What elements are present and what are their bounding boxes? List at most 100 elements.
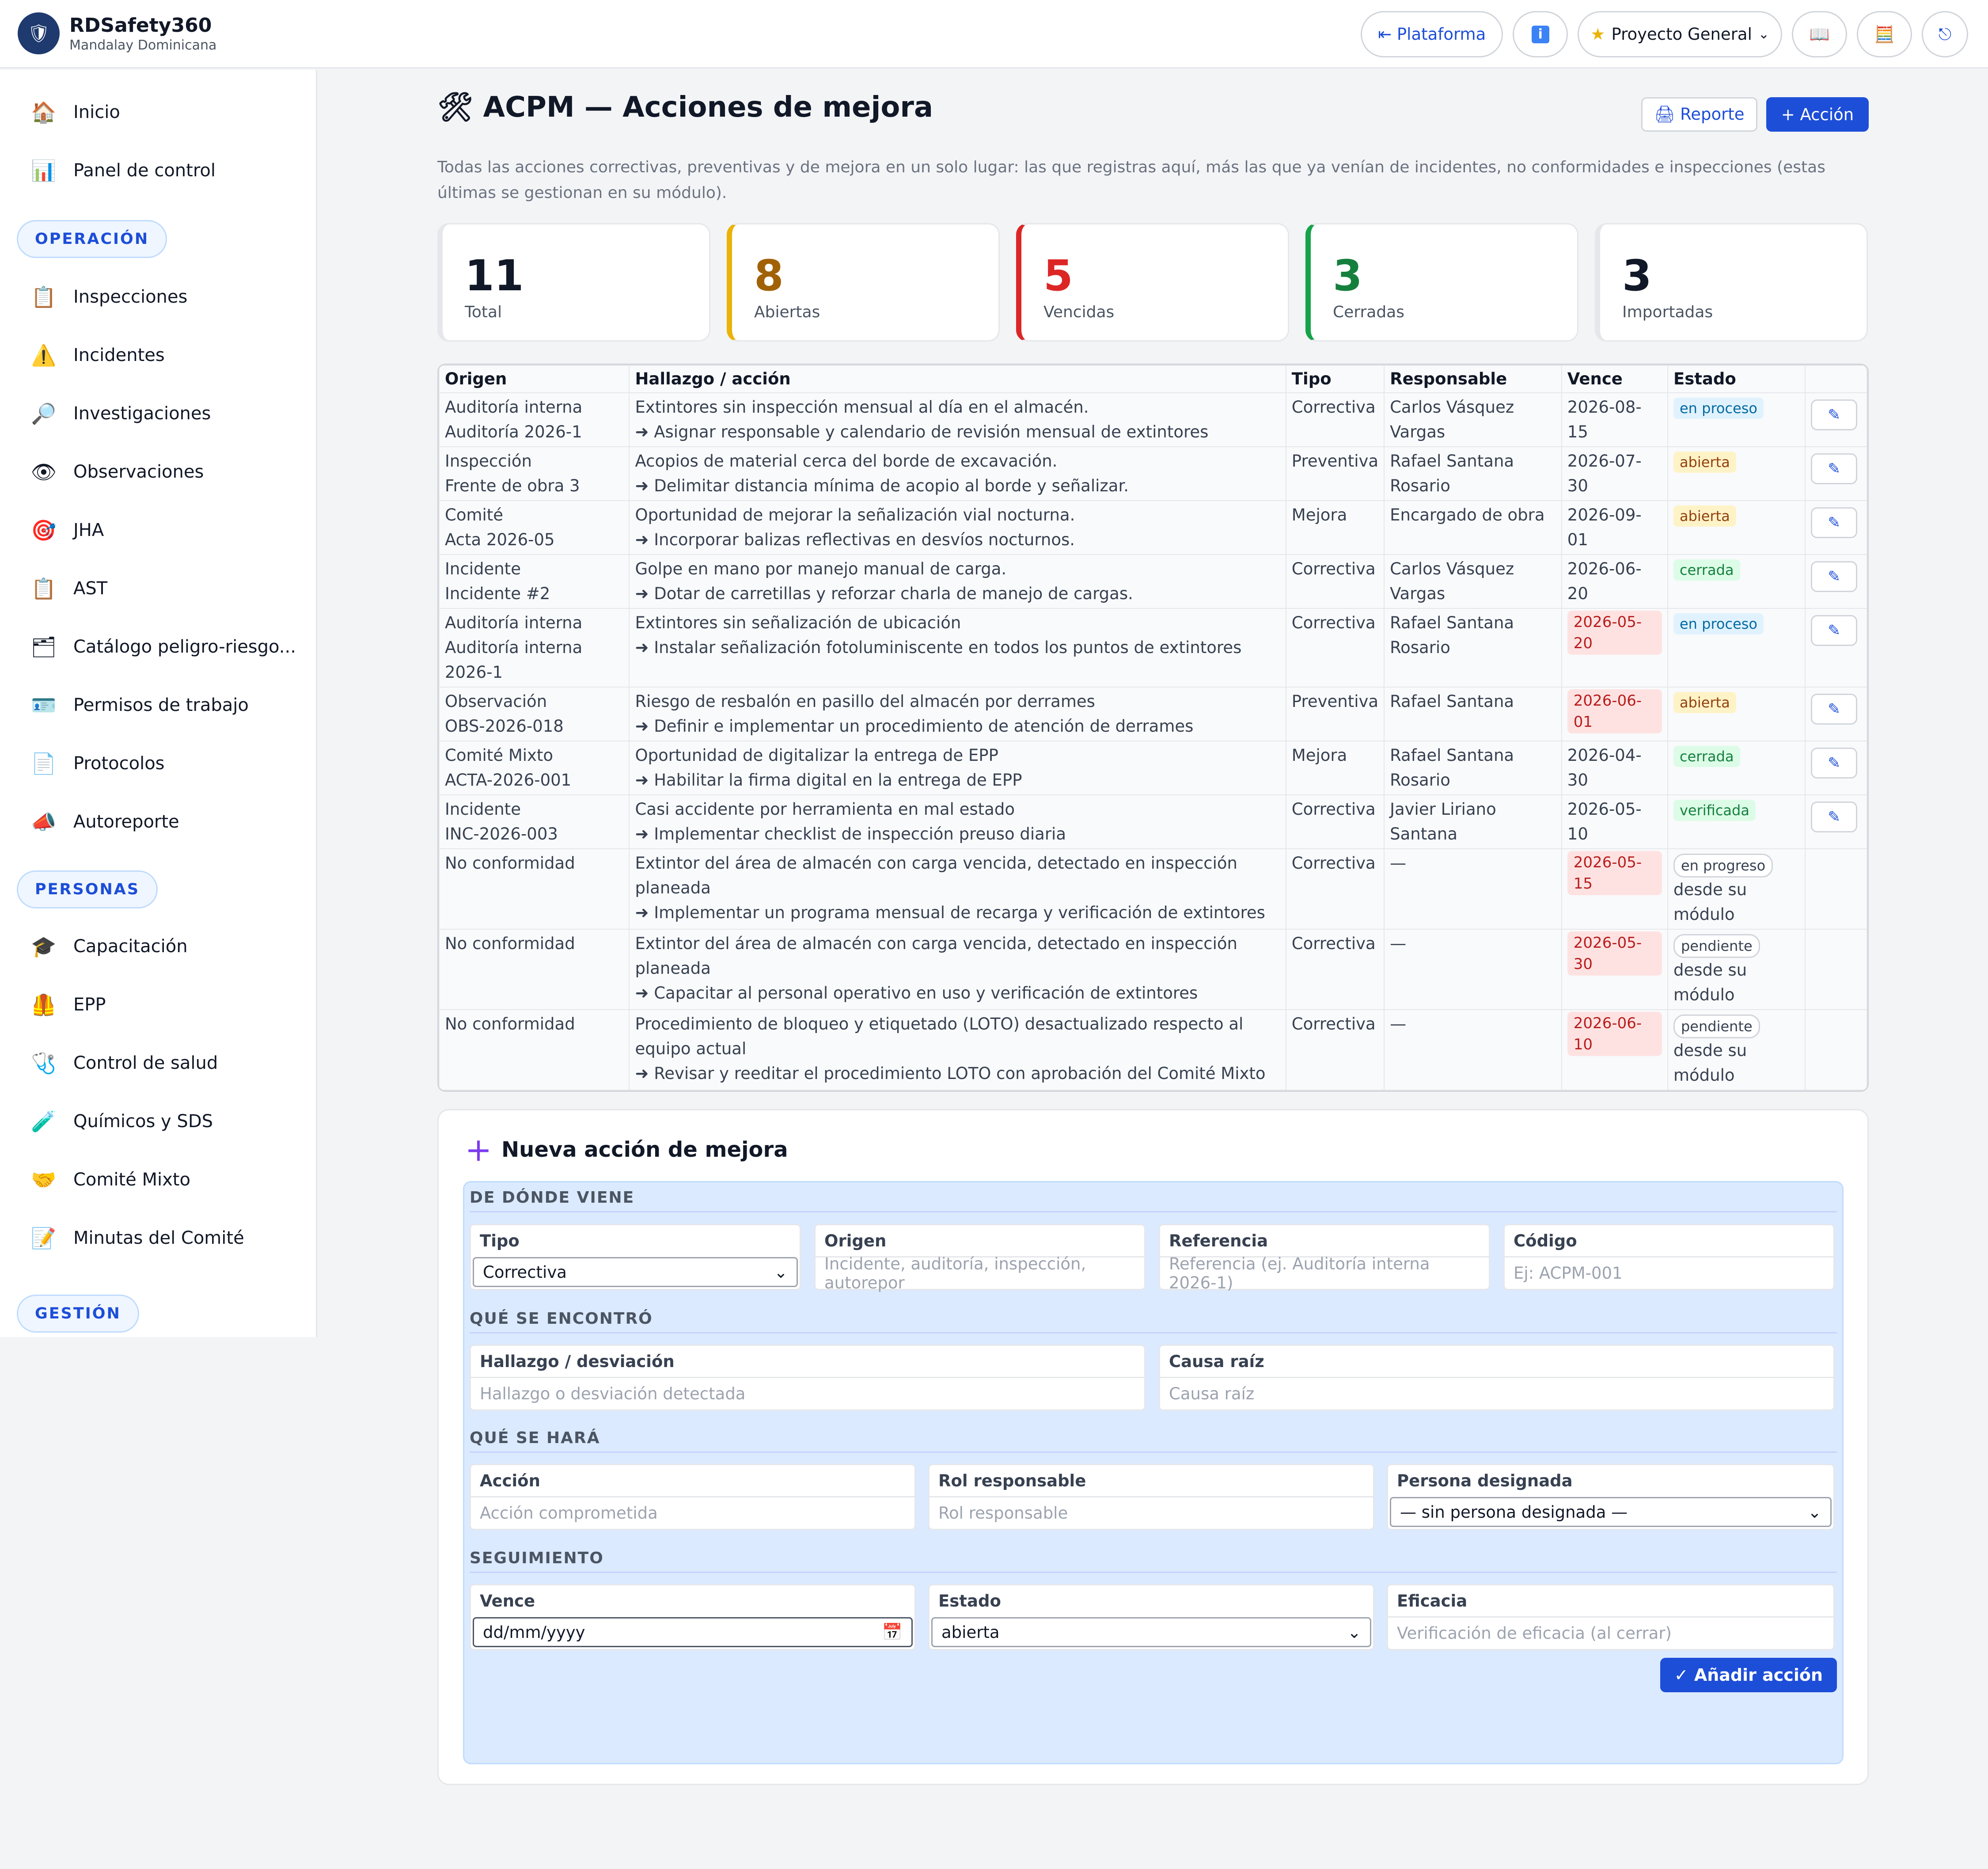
origen-input[interactable]: Incidente, auditoría, inspección, autore… [816,1254,1144,1292]
section-gestion[interactable]: GESTIÓN [17,1295,139,1333]
finding-text: Extintor del área de almacén con carga v… [635,934,1237,978]
sidebar-item-label: Capacitación [73,936,188,957]
action-text: ➜ Dotar de carretillas y reforzar charla… [635,584,1133,603]
sidebar-item[interactable]: 🎯 JHA [31,517,104,543]
sidebar-item[interactable]: 🏠 Inicio [31,99,120,125]
edit-pencil-icon[interactable]: ✎ [1811,399,1858,430]
referencia-label: Referencia [1169,1231,1268,1250]
star-icon: ★ [1590,25,1605,44]
sidebar-item-label: Investigaciones [73,403,211,424]
column-header: Vence [1561,365,1668,393]
edit-pencil-icon[interactable]: ✎ [1811,694,1858,725]
sidebar-item[interactable]: 📄 Protocolos [31,751,164,776]
column-header: Origen [439,365,630,393]
calendar-icon[interactable]: 📅 [882,1622,903,1642]
codigo-input[interactable]: Ej: ACPM-001 [1505,1256,1833,1289]
submit-action-button[interactable]: ✓ Añadir acción [1660,1658,1837,1692]
table-row[interactable]: No conformidad Extintor del área de almac… [439,929,1867,1010]
due-cell: 2026-05-30 [1561,929,1668,1010]
nav-icon: 📊 [31,158,57,182]
sidebar-item[interactable]: 🩺 Control de salud [31,1050,218,1076]
add-action-button[interactable]: + Acción [1766,97,1869,132]
power-icon[interactable]: ⎋ [1922,11,1968,57]
vence-date-input[interactable]: dd/mm/yyyy 📅 [473,1617,913,1647]
action-text: ➜ Capacitar al personal operativo en uso… [635,984,1198,1003]
stat-label: Vencidas [1043,303,1115,321]
section-personas[interactable]: PERSONAS [17,870,158,908]
info-icon[interactable]: i [1513,11,1568,57]
stat-card: 3 Cerradas [1305,223,1578,342]
sidebar-item-label: Incidentes [73,345,165,365]
edit-cell: ✎ [1805,608,1867,688]
overdue-date: 2026-05-15 [1567,851,1662,895]
book-icon[interactable]: 📖 [1792,11,1847,57]
sidebar-item[interactable]: 📋 Inspecciones [31,284,187,310]
origin-text: Inspección [445,452,532,471]
edit-pencil-icon[interactable]: ✎ [1811,561,1858,592]
finding-text: Casi accidente por herramienta en mal es… [635,800,1015,819]
accion-label: Acción [480,1471,540,1490]
status-note: desde su módulo [1673,961,1747,1004]
causa-input[interactable]: Causa raíz [1160,1377,1833,1409]
brand[interactable]: 🛡 RDSafety360 Mandalay Dominicana [18,12,216,54]
sidebar-item[interactable]: 📣 Autoreporte [31,809,179,835]
section-operacion[interactable]: OPERACIÓN [17,220,167,258]
chevron-down-icon: ⌄ [1758,27,1769,42]
sidebar-item[interactable]: 🦺 EPP [31,992,106,1018]
type-cell: Preventiva [1285,687,1385,741]
finding-text: Oportunidad de mejorar la señalización v… [635,505,1075,524]
edit-pencil-icon[interactable]: ✎ [1811,453,1858,484]
brand-subtitle: Mandalay Dominicana [69,37,217,53]
action-text: ➜ Revisar y reeditar el procedimiento LO… [635,1064,1266,1083]
edit-pencil-icon[interactable]: ✎ [1811,615,1858,646]
sidebar-item[interactable]: ⚠️ Incidentes [31,342,165,368]
sidebar-item[interactable]: 🪪 Permisos de trabajo [31,692,248,718]
estado-select[interactable]: abierta ⌄ [931,1617,1371,1647]
tipo-select[interactable]: Correctiva ⌄ [473,1257,798,1287]
sidebar-item-label: EPP [73,995,106,1015]
edit-pencil-icon[interactable]: ✎ [1811,507,1858,538]
action-text: ➜ Definir e implementar un procedimiento… [635,717,1194,736]
report-button[interactable]: 🖨 Reporte [1641,97,1757,132]
sidebar-item[interactable]: 📊 Panel de control [31,158,216,183]
responsible-cell: Javier Liriano Santana [1384,794,1562,849]
sidebar-item[interactable]: 🔎 Investigaciones [31,401,211,426]
sidebar-item[interactable]: 🤝 Comité Mixto [31,1167,190,1193]
table-row[interactable]: Inspección Frente de obra 3 Acopios de mat… [439,446,1867,501]
responsible-cell: Carlos Vásquez Vargas [1384,392,1562,447]
table-row[interactable]: Incidente Incidente #2 Golpe en mano por m… [439,554,1867,609]
hallazgo-input[interactable]: Hallazgo o desviación detectada [471,1377,1144,1409]
eficacia-input[interactable]: Verificación de eficacia (al cerrar) [1388,1616,1833,1649]
rol-input[interactable]: Rol responsable [930,1496,1373,1529]
persona-select-value: — sin persona designada — [1400,1502,1628,1522]
sidebar-item[interactable]: 🗂 Catálogo peligro-riesgo... [31,634,296,660]
table-row[interactable]: Comité Acta 2026-05 Oportunidad de mejorar… [439,500,1867,555]
table-row[interactable]: Observación OBS-2026-018 Riesgo de resbaló… [439,687,1867,741]
table-row[interactable]: Incidente INC-2026-003 Casi accidente por … [439,794,1867,849]
platform-button[interactable]: ⇤ Plataforma [1361,11,1503,57]
sidebar-item[interactable]: 🧪 Químicos y SDS [31,1109,213,1134]
table-row[interactable]: No conformidad Extintor del área de almac… [439,848,1867,930]
sidebar-item[interactable]: 🎓 Capacitación [31,934,188,959]
calculator-icon[interactable]: 🧮 [1857,11,1912,57]
edit-cell [1805,1009,1867,1090]
finding-cell: Procedimiento de bloqueo y etiquetado (L… [629,1009,1286,1090]
edit-pencil-icon[interactable]: ✎ [1811,748,1858,779]
sidebar-item[interactable]: 👁 Observaciones [31,459,204,485]
project-select[interactable]: ★ Proyecto General ⌄ [1578,11,1782,57]
accion-input[interactable]: Acción comprometida [471,1496,914,1529]
table-row[interactable]: Comité Mixto ACTA-2026-001 Oportunidad de … [439,741,1867,795]
table-row[interactable]: No conformidad Procedimiento de bloqueo y… [439,1009,1867,1090]
referencia-input[interactable]: Referencia (ej. Auditoría interna 2026-1… [1160,1254,1489,1292]
edit-pencil-icon[interactable]: ✎ [1811,802,1858,832]
due-date: 2026-07-30 [1567,452,1642,495]
sidebar-item[interactable]: 📋 AST [31,576,107,601]
section-seguimiento: SEGUIMIENTO [470,1549,1837,1573]
table-row[interactable]: Auditoría interna Auditoría interna 2026-… [439,608,1867,688]
table-row[interactable]: Auditoría interna Auditoría 2026-1 Extinto… [439,392,1867,447]
nav-icon: 📄 [31,751,57,775]
sidebar-item[interactable]: 📝 Minutas del Comité [31,1225,244,1251]
origin-cell: Observación OBS-2026-018 [439,687,630,741]
persona-select[interactable]: — sin persona designada — ⌄ [1390,1497,1832,1527]
nav-icon: 🧪 [31,1109,57,1133]
